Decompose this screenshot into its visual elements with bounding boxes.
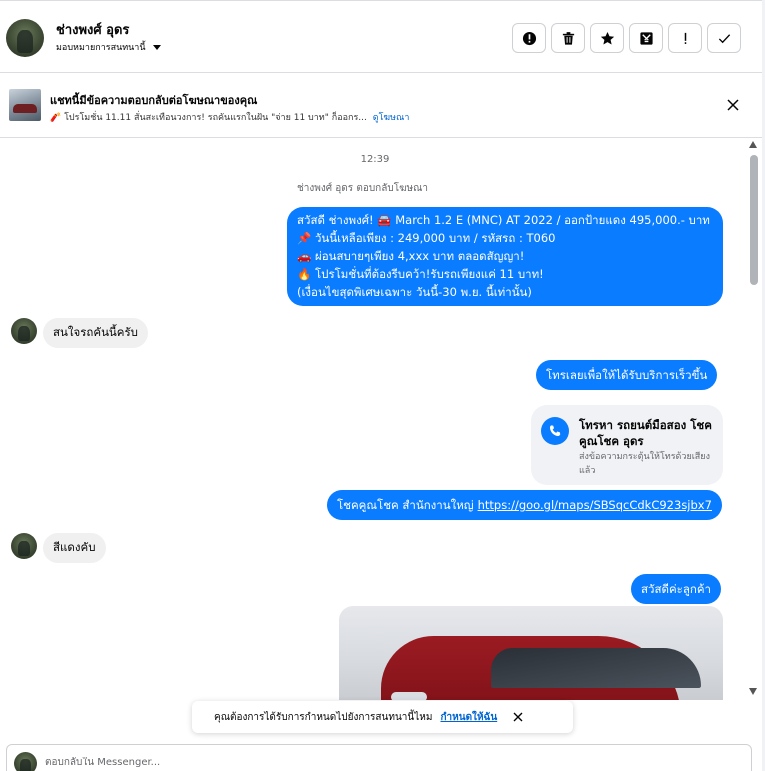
maps-link[interactable]: https://goo.gl/maps/SBSqcCdkC923sjbx7 bbox=[478, 496, 712, 514]
agent-message-bubble[interactable]: สวัสดีค่ะลูกค้า bbox=[631, 574, 721, 604]
customer-avatar[interactable] bbox=[11, 318, 37, 344]
ad-message-bubble[interactable]: สวัสดี ช่างพงศ์! 🚘 March 1.2 E (MNC) AT … bbox=[287, 207, 723, 306]
chevron-down-icon bbox=[152, 44, 161, 50]
page-avatar bbox=[14, 752, 37, 771]
conversation-header: ช่างพงศ์ อุดร มอบหมายการสนทนานี้ bbox=[0, 4, 765, 73]
agent-message-bubble[interactable]: โทรเลยเพื่อให้ได้รับบริการเร็วขึ้น bbox=[536, 360, 718, 390]
ad-banner-title: แชทนี้มีข้อความตอบกลับต่อโฆษณาของคุณ bbox=[50, 94, 258, 107]
contact-avatar[interactable] bbox=[6, 19, 44, 57]
alert-circle-icon bbox=[522, 31, 536, 45]
conversation-toolbar bbox=[512, 23, 741, 53]
star-button[interactable] bbox=[590, 23, 624, 53]
ad-banner-text: 🧨 โปรโมชั่น 11.11 สั่นสะเทือนวงการ! รถคั… bbox=[50, 113, 367, 123]
car-windshield bbox=[491, 648, 701, 688]
message-composer bbox=[6, 744, 752, 771]
call-request-card[interactable]: โทรหา รถยนต์มือสอง โชคคูณโชค อุดร ส่งข้อ… bbox=[531, 405, 723, 485]
ad-message-line: 📌 วันนี้เหลือเพียง : 249,000 บาท / รหัสร… bbox=[297, 231, 556, 245]
close-icon bbox=[727, 99, 739, 111]
archive-icon bbox=[639, 31, 653, 45]
delete-button[interactable] bbox=[551, 23, 585, 53]
call-card-title: โทรหา รถยนต์มือสอง โชคคูณโชค อุดร bbox=[579, 418, 712, 448]
message-text: โชคคูณโชค สำนักงานใหญ่ bbox=[337, 498, 474, 512]
ad-message-line: 🚗 ผ่อนสบายๆเพียง 4,xxx บาท ตลอดสัญญา! bbox=[297, 249, 525, 263]
ad-reply-note: ช่างพงศ์ อุดร ตอบกลับโฆษณา bbox=[297, 183, 428, 194]
phone-icon bbox=[541, 417, 569, 445]
mark-done-button[interactable] bbox=[707, 23, 741, 53]
car-headlight bbox=[391, 692, 427, 700]
assign-prompt-text: คุณต้องการได้รับการกำหนดไปยังการสนทนานี้… bbox=[214, 711, 433, 723]
scroll-down-arrow[interactable] bbox=[749, 688, 757, 695]
star-icon bbox=[600, 31, 614, 44]
scrollbar-thumb[interactable] bbox=[750, 155, 758, 285]
ad-message-line: 🔥 โปรโมชั่นที่ต้องรีบคว้า!รับรถเพียงแค่ … bbox=[297, 267, 544, 281]
check-icon bbox=[718, 33, 730, 43]
customer-avatar[interactable] bbox=[11, 533, 37, 559]
car-photo-attachment[interactable] bbox=[339, 606, 723, 700]
close-prompt-button[interactable] bbox=[511, 710, 525, 724]
call-card-subtitle: ส่งข้อความกระตุ้นให้โทรด้วยเสียงแล้ว bbox=[579, 452, 710, 476]
ad-banner-subtitle: 🧨 โปรโมชั่น 11.11 สั่นสะเทือนวงการ! รถคั… bbox=[50, 110, 409, 124]
view-ad-link[interactable]: ดูโฆษณา bbox=[373, 113, 410, 123]
ad-reply-banner: แชทนี้มีข้อความตอบกลับต่อโฆษณาของคุณ 🧨 โ… bbox=[0, 74, 765, 138]
ad-message-line: สวัสดี ช่างพงศ์! 🚘 March 1.2 E (MNC) AT … bbox=[297, 213, 710, 227]
customer-message-bubble[interactable]: สนใจรถคันนี้ครับ bbox=[43, 318, 148, 348]
ad-message-line: (เงื่อนไขสุดพิเศษเฉพาะ วันนี้-30 พ.ย. นี… bbox=[297, 285, 532, 299]
spam-button[interactable] bbox=[512, 23, 546, 53]
archive-button[interactable] bbox=[629, 23, 663, 53]
scroll-up-arrow[interactable] bbox=[749, 141, 757, 148]
assign-conversation-dropdown[interactable]: มอบหมายการสนทนานี้ bbox=[56, 40, 161, 54]
exclamation-icon bbox=[684, 32, 686, 44]
ad-thumbnail[interactable] bbox=[9, 89, 41, 121]
close-icon bbox=[513, 712, 523, 722]
contact-name[interactable]: ช่างพงศ์ อุดร bbox=[56, 19, 129, 40]
reply-input[interactable] bbox=[45, 757, 645, 768]
top-border bbox=[0, 0, 765, 3]
assign-prompt: คุณต้องการได้รับการกำหนดไปยังการสนทนานี้… bbox=[192, 701, 573, 733]
follow-up-button[interactable] bbox=[668, 23, 702, 53]
message-timestamp: 12:39 bbox=[360, 154, 390, 165]
agent-message-bubble[interactable]: โชคคูณโชค สำนักงานใหญ่ https://goo.gl/ma… bbox=[327, 490, 722, 520]
assign-label: มอบหมายการสนทนานี้ bbox=[56, 43, 146, 53]
trash-icon bbox=[562, 31, 574, 45]
close-banner-button[interactable] bbox=[724, 96, 742, 114]
customer-message-bubble[interactable]: สีแดงคับ bbox=[43, 533, 106, 563]
assign-to-me-link[interactable]: กำหนดให้ฉัน bbox=[440, 710, 497, 725]
car-image bbox=[381, 636, 701, 700]
